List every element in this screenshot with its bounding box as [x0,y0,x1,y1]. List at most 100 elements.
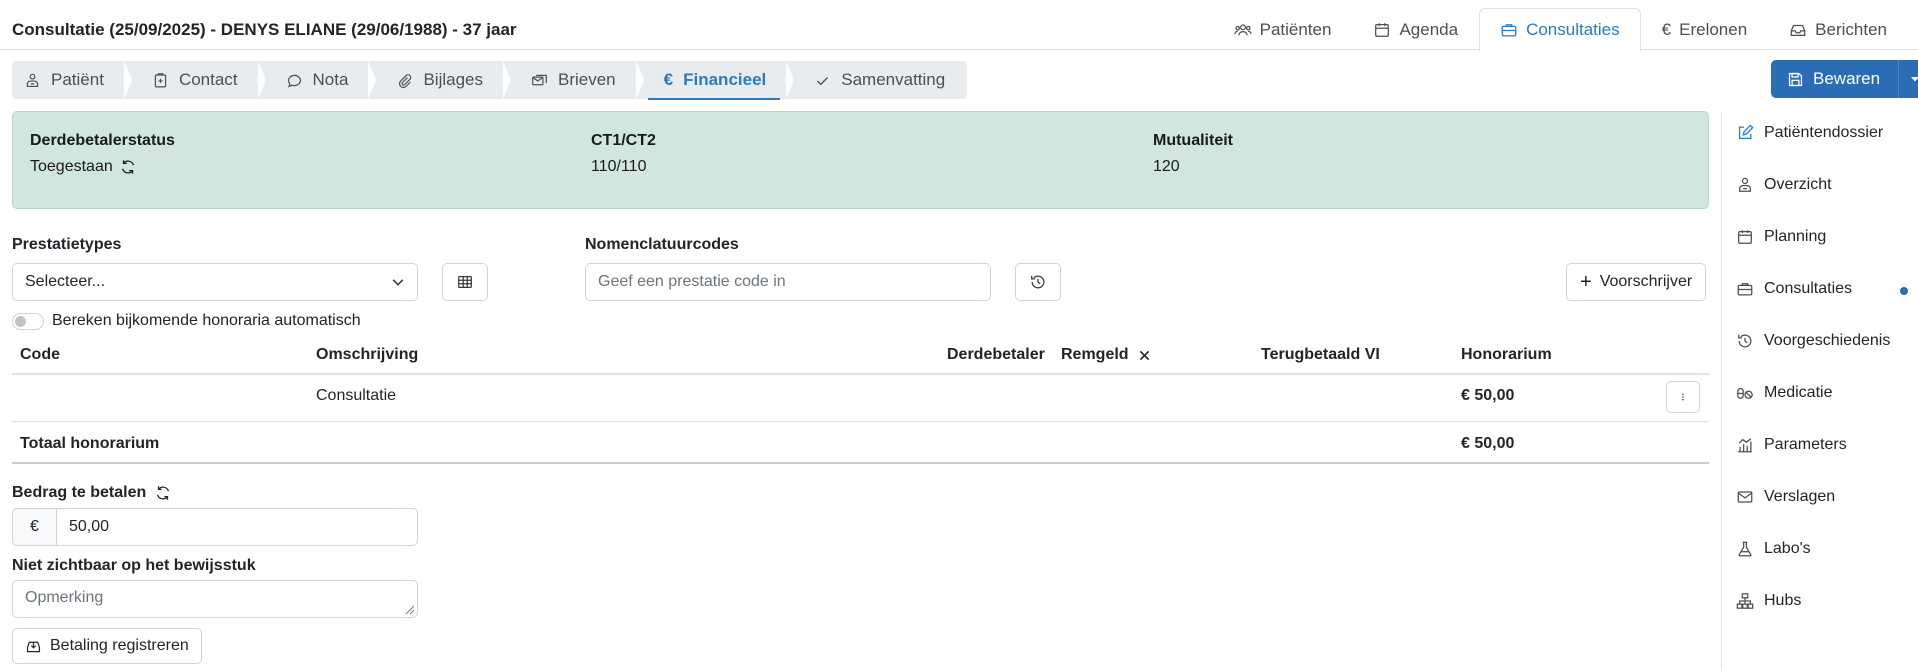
step-samenvatting[interactable]: Samenvatting [788,61,967,99]
nav-label: Patiënten [1259,20,1332,39]
patient-icon [1738,177,1752,192]
register-payment-button[interactable]: Betaling registreren [12,628,202,664]
total-value: € 50,00 [1461,435,1515,452]
header-divider [12,373,1709,375]
table-icon [458,275,472,289]
amount-label-row: Bedrag te betalen [12,484,172,502]
sidebar-item-labos[interactable]: Labo's [1736,540,1811,558]
history-icon [1031,275,1045,289]
amount-input[interactable] [57,508,418,546]
remgeld-label: Remgeld [1061,346,1129,363]
select-value: Selecteer... [25,273,106,290]
sidebar-item-hubs[interactable]: Hubs [1736,592,1801,610]
column-header-code: Code [20,346,60,363]
sidebar-item-planning[interactable]: Planning [1736,228,1826,246]
nav-agenda[interactable]: Agenda [1352,8,1479,51]
ct-status: CT1/CT2 110/110 [591,132,656,176]
sidebar-item-voorgeschiedenis[interactable]: Voorgeschiedenis [1736,332,1890,350]
users-icon [1233,24,1252,36]
derdebetaler-status: Derdebetalerstatus Toegestaan [30,132,175,176]
step-label: Samenvatting [841,70,946,89]
pills-icon [1737,387,1753,400]
history-button[interactable] [1015,263,1061,301]
chevron-down-icon [392,279,404,286]
history-icon [1738,334,1752,348]
nav-consultaties[interactable]: Consultaties [1479,8,1641,51]
add-voorschrijver-button[interactable]: + Voorschrijver [1566,263,1707,301]
sidebar-item-patientendossier[interactable]: Patiëntendossier [1736,124,1883,142]
toggle-label: Bereken bijkomende honoraria automatisch [52,312,361,329]
step-bijlages[interactable]: Bijlages [370,61,511,99]
download-box-icon [26,641,41,652]
resize-handle-icon[interactable] [405,605,415,615]
sidebar-item-label: Labo's [1764,540,1811,557]
column-header-derdebetaler: Derdebetaler [947,346,1045,363]
active-step-underline [647,98,781,100]
auto-honoraria-toggle[interactable] [12,312,44,330]
row-divider [12,421,1709,422]
nomenclatuur-label: Nomenclatuurcodes [585,236,739,253]
chat-icon [287,74,301,87]
patient-sidebar: Patiëntendossier Overzicht Planning Cons… [1721,111,1918,671]
paperclip-icon [399,73,412,88]
status-value: 110/110 [591,158,647,175]
step-label: Bijlages [423,70,483,89]
sidebar-item-consultaties[interactable]: Consultaties [1736,280,1852,298]
flask-icon [1738,541,1752,557]
prestatietypes-select[interactable]: Selecteer... [12,263,418,301]
active-indicator-dot [1900,287,1908,295]
patient-icon [26,73,39,87]
save-button-group: Bewaren [1771,60,1918,98]
consultation-steps: Patiënt Contact Nota Bijlages Brieven € … [12,61,968,100]
note-textarea[interactable] [12,580,418,618]
prestatietypes-label: Prestatietypes [12,236,122,253]
sidebar-item-verslagen[interactable]: Verslagen [1736,488,1835,506]
auto-honoraria-row: Bereken bijkomende honoraria automatisch [12,312,361,330]
note-label: Niet zichtbaar op het bewijsstuk [12,557,256,574]
briefcase-icon [1737,283,1753,296]
nav-label: Consultaties [1526,20,1620,39]
sidebar-item-label: Hubs [1764,592,1802,609]
nav-erelonen[interactable]: € Erelonen [1641,8,1769,51]
more-vertical-icon [1682,393,1684,401]
close-icon[interactable] [1139,350,1150,361]
plus-icon: + [1580,271,1592,293]
register-payment-label: Betaling registreren [50,637,189,654]
external-edit-icon [1738,124,1754,140]
step-label: Brieven [558,70,616,89]
sidebar-item-parameters[interactable]: Parameters [1736,436,1847,454]
nav-berichten[interactable]: Berichten [1768,8,1908,51]
nav-label: Berichten [1815,20,1887,39]
sidebar-item-overzicht[interactable]: Overzicht [1736,176,1832,194]
nav-patienten[interactable]: Patiënten [1213,8,1353,51]
step-label: Contact [178,70,238,89]
envelope-icon [1737,491,1753,503]
mutualiteit-status: Mutualiteit 120 [1153,132,1233,176]
row-honorarium: € 50,00 [1461,387,1515,404]
sidebar-item-label: Planning [1764,228,1827,245]
insurance-status-panel: Derdebetalerstatus Toegestaan CT1/CT2 11… [12,111,1709,209]
sidebar-item-label: Parameters [1764,436,1847,453]
save-options-toggle[interactable] [1898,60,1918,98]
step-financieel[interactable]: € Financieel [638,61,794,100]
sidebar-item-label: Medicatie [1764,384,1833,401]
step-nota[interactable]: Nota [260,61,377,99]
step-patient[interactable]: Patiënt [12,61,132,99]
sidebar-item-label: Overzicht [1764,176,1832,193]
refresh-icon[interactable] [154,484,172,502]
row-actions-button[interactable] [1666,381,1700,413]
refresh-icon[interactable] [119,158,137,176]
save-button[interactable]: Bewaren [1771,60,1899,98]
euro-icon: € [1661,20,1672,39]
letters-icon [532,74,547,85]
nomenclatuur-input[interactable] [585,263,991,301]
step-label: Nota [312,70,349,89]
step-brieven[interactable]: Brieven [505,61,644,99]
amount-input-group: € [12,508,418,546]
sidebar-item-label: Patiëntendossier [1764,124,1884,141]
step-contact[interactable]: Contact [126,61,266,99]
column-header-terugbetaald: Terugbetaald VI [1261,346,1380,363]
total-label: Totaal honorarium [20,435,160,452]
sidebar-item-medicatie[interactable]: Medicatie [1736,384,1832,402]
table-view-button[interactable] [442,263,488,301]
